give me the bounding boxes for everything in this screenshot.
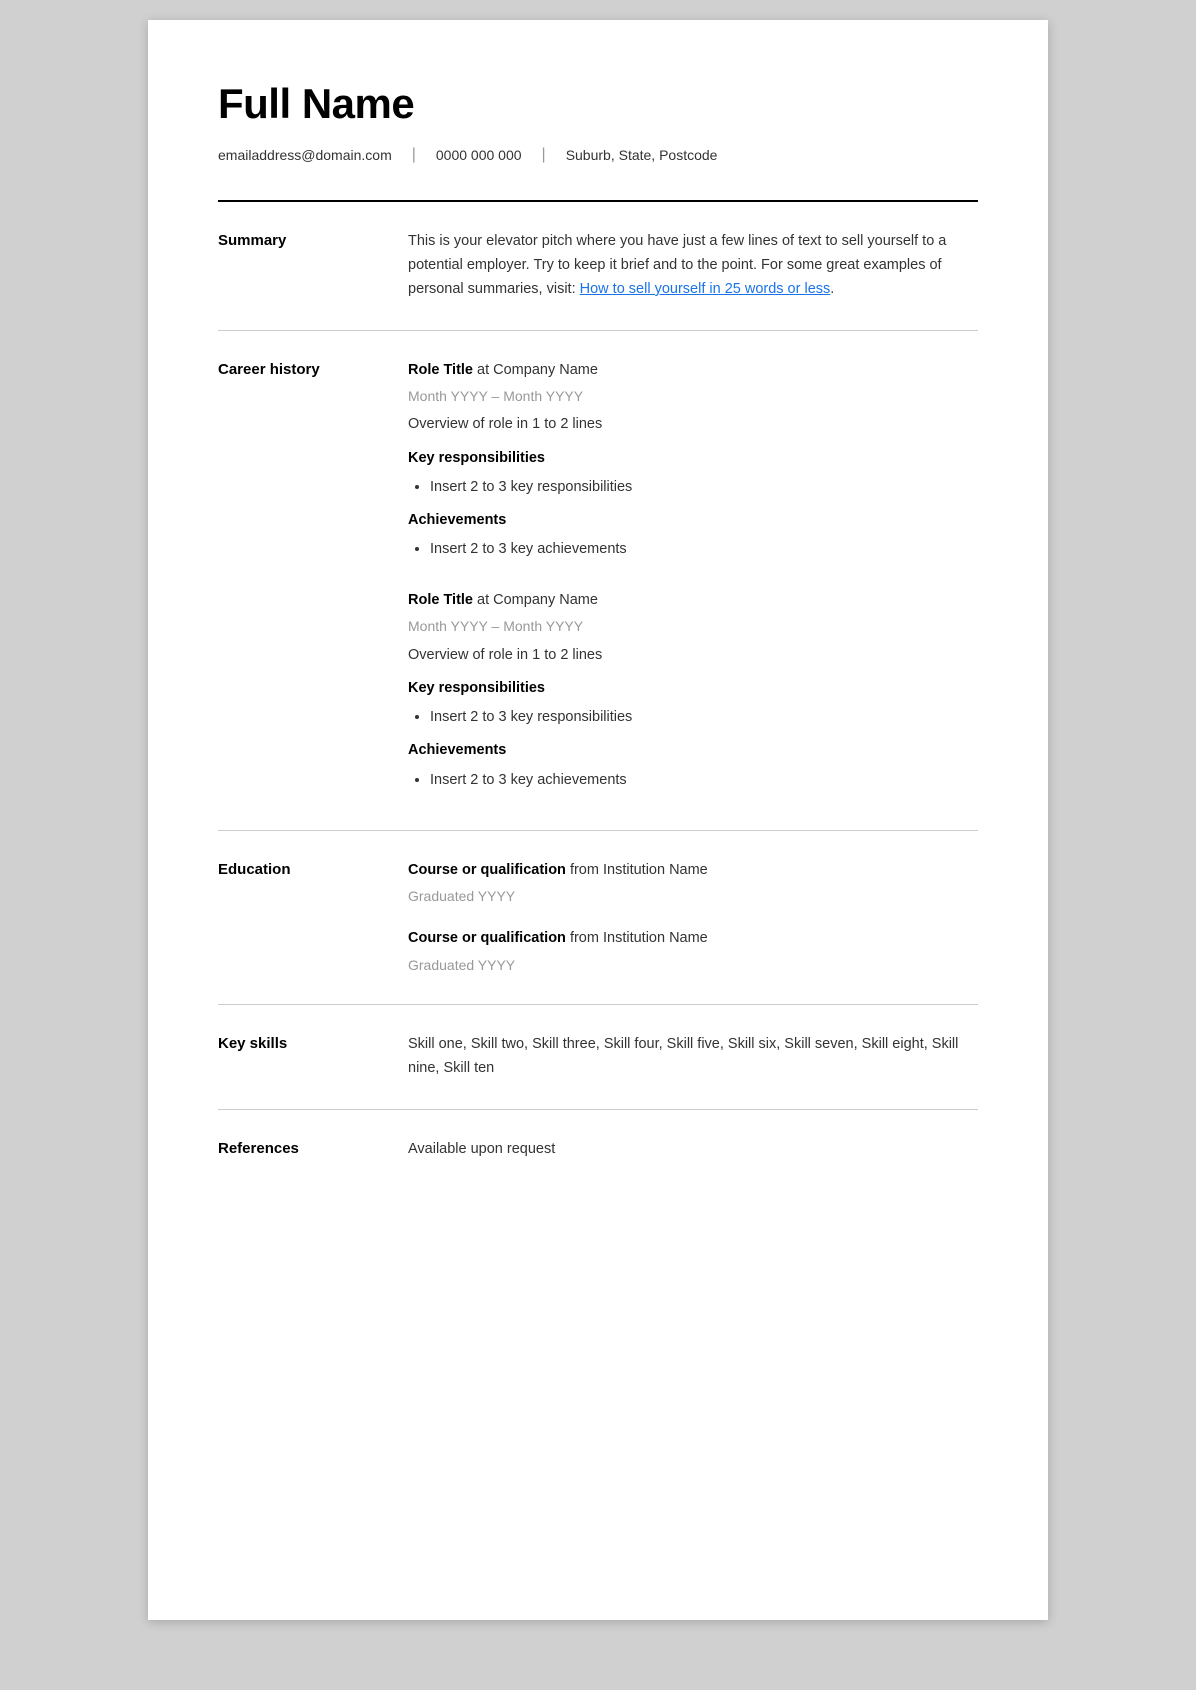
education-label: Education [218, 859, 408, 976]
job-title-line-1: Role Title at Company Name [408, 359, 978, 382]
achievements-label-1: Achievements [408, 509, 978, 532]
email: emailaddress@domain.com [218, 147, 392, 163]
summary-section: Summary This is your elevator pitch wher… [218, 202, 978, 331]
skills-text: Skill one, Skill two, Skill three, Skill… [408, 1033, 978, 1081]
edu-date-1: Graduated YYYY [408, 885, 978, 907]
edu-title-line-1: Course or qualification from Institution… [408, 859, 978, 882]
edu-course-2: Course or qualification [408, 930, 566, 946]
career-history-section: Career history Role Title at Company Nam… [218, 331, 978, 831]
edu-block-2: Course or qualification from Institution… [408, 927, 978, 976]
summary-content: This is your elevator pitch where you ha… [408, 230, 978, 302]
key-skills-label: Key skills [218, 1033, 408, 1081]
edu-institution-2: from Institution Name [566, 930, 708, 946]
job-overview-1: Overview of role in 1 to 2 lines [408, 413, 978, 436]
education-content: Course or qualification from Institution… [408, 859, 978, 976]
key-resp-label-2: Key responsibilities [408, 677, 978, 700]
responsibilities-list-1: Insert 2 to 3 key responsibilities [408, 476, 978, 499]
separator-1: | [412, 146, 416, 164]
job-title-line-2: Role Title at Company Name [408, 589, 978, 612]
summary-link[interactable]: How to sell yourself in 25 words or less [580, 281, 831, 297]
list-item: Insert 2 to 3 key achievements [430, 769, 978, 792]
edu-block-1: Course or qualification from Institution… [408, 859, 978, 908]
references-text: Available upon request [408, 1138, 978, 1161]
job-date-2: Month YYYY – Month YYYY [408, 615, 978, 637]
key-skills-content: Skill one, Skill two, Skill three, Skill… [408, 1033, 978, 1081]
references-content: Available upon request [408, 1138, 978, 1161]
edu-institution-1: from Institution Name [566, 862, 708, 878]
job-date-1: Month YYYY – Month YYYY [408, 385, 978, 407]
responsibilities-list-2: Insert 2 to 3 key responsibilities [408, 706, 978, 729]
key-skills-section: Key skills Skill one, Skill two, Skill t… [218, 1005, 978, 1110]
job-overview-2: Overview of role in 1 to 2 lines [408, 644, 978, 667]
edu-title-line-2: Course or qualification from Institution… [408, 927, 978, 950]
job-title-2: Role Title [408, 592, 473, 608]
achievements-label-2: Achievements [408, 739, 978, 762]
edu-date-2: Graduated YYYY [408, 954, 978, 976]
resume-page: Full Name emailaddress@domain.com | 0000… [148, 20, 1048, 1620]
summary-label: Summary [218, 230, 408, 302]
list-item: Insert 2 to 3 key responsibilities [430, 476, 978, 499]
job-company-1: at Company Name [473, 362, 598, 378]
separator-2: | [542, 146, 546, 164]
education-section: Education Course or qualification from I… [218, 831, 978, 1005]
key-resp-label-1: Key responsibilities [408, 447, 978, 470]
career-history-label: Career history [218, 359, 408, 802]
references-section: References Available upon request [218, 1110, 978, 1189]
achievements-list-2: Insert 2 to 3 key achievements [408, 769, 978, 792]
achievements-list-1: Insert 2 to 3 key achievements [408, 538, 978, 561]
references-label: References [218, 1138, 408, 1161]
job-block-1: Role Title at Company Name Month YYYY – … [408, 359, 978, 562]
job-block-2: Role Title at Company Name Month YYYY – … [408, 589, 978, 792]
full-name: Full Name [218, 80, 978, 128]
job-company-2: at Company Name [473, 592, 598, 608]
location: Suburb, State, Postcode [566, 147, 718, 163]
list-item: Insert 2 to 3 key achievements [430, 538, 978, 561]
summary-text: This is your elevator pitch where you ha… [408, 230, 978, 302]
contact-line: emailaddress@domain.com | 0000 000 000 |… [218, 146, 978, 180]
phone: 0000 000 000 [436, 147, 522, 163]
job-title-1: Role Title [408, 362, 473, 378]
edu-course-1: Course or qualification [408, 862, 566, 878]
career-history-content: Role Title at Company Name Month YYYY – … [408, 359, 978, 802]
list-item: Insert 2 to 3 key responsibilities [430, 706, 978, 729]
